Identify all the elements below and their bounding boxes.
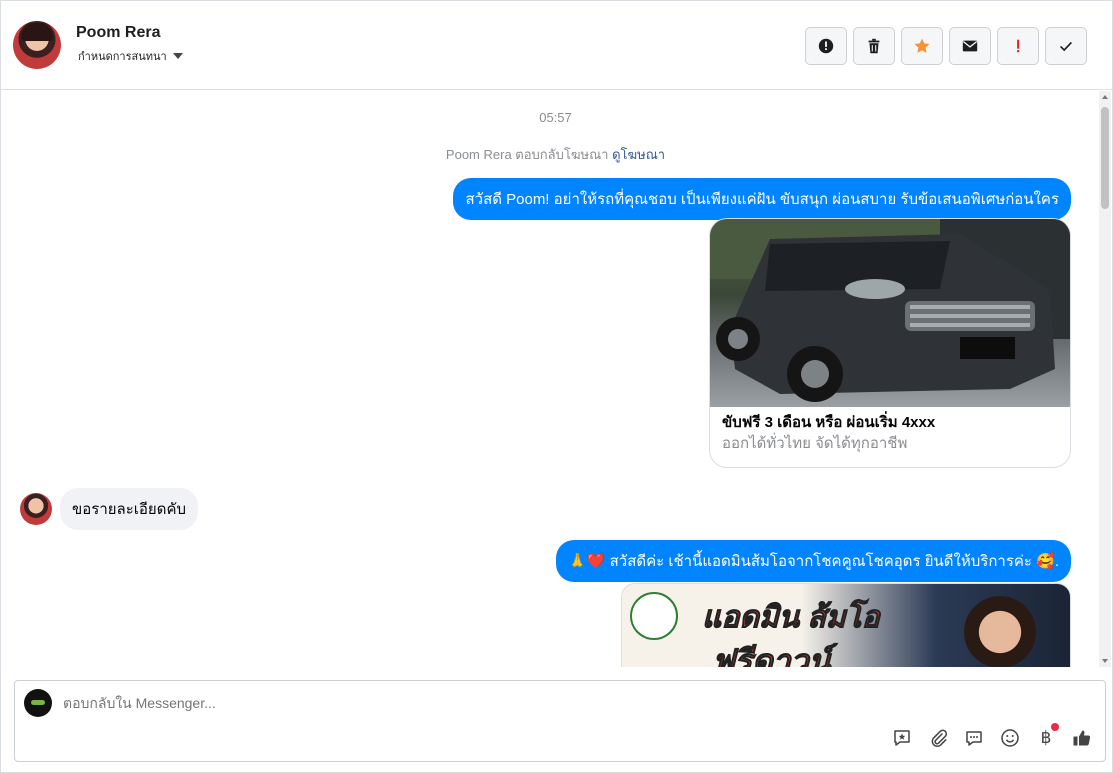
ad-card-subtitle: ออกได้ทั่วไทย จัดได้ทุกอาชีพ	[722, 435, 908, 452]
payment-button[interactable]: ฿	[1035, 723, 1059, 749]
delete-button[interactable]	[853, 27, 895, 65]
message-list[interactable]: 05:57 Poom Rera ตอบกลับโฆษณา ดูโฆษณา สวั…	[1, 91, 1100, 667]
star-icon	[914, 38, 930, 53]
exclamation-icon	[1017, 39, 1020, 53]
conversation-toolbar	[805, 27, 1087, 65]
promo-headline-2: ฟรีดาวน์	[711, 643, 831, 668]
promo-headline-1: แอดมิน	[701, 601, 800, 635]
reply-composer: ฿	[14, 680, 1106, 762]
promo-banner-image[interactable]: แอดมิน ส้มโอ ฟรีดาวน์	[621, 583, 1071, 667]
alert-circle-icon	[818, 38, 834, 54]
outgoing-message: 🙏❤️ สวัสดีค่ะ เช้านี้แอดมินส้มโอจากโชคคู…	[556, 540, 1071, 582]
envelope-icon	[962, 40, 978, 52]
composer-toolbar: ฿	[891, 723, 1093, 749]
view-ad-link[interactable]: ดูโฆษณา	[612, 147, 665, 162]
star-button[interactable]	[901, 27, 943, 65]
contact-name[interactable]: Poom Rera	[76, 24, 160, 42]
scroll-thumb[interactable]	[1101, 107, 1109, 209]
like-icon	[1073, 730, 1091, 746]
scroll-up-arrow[interactable]	[1102, 95, 1108, 99]
mark-unread-button[interactable]	[949, 27, 991, 65]
notification-dot	[1051, 723, 1059, 731]
emoji-button[interactable]	[999, 727, 1021, 749]
checkmark-icon	[1060, 41, 1072, 52]
quick-reply-button[interactable]	[963, 727, 985, 749]
conversation-header: Poom Rera กำหนดการสนทนา	[1, 1, 1112, 90]
outgoing-message: สวัสดี Poom! อย่าให้รถที่คุณชอบ เป็นเพีย…	[453, 178, 1071, 220]
promo-headline-1b: ส้มโอ	[807, 601, 880, 635]
saved-reply-icon	[894, 730, 910, 746]
mark-done-button[interactable]	[1045, 27, 1087, 65]
sender-avatar	[20, 493, 52, 525]
saved-reply-button[interactable]	[891, 727, 913, 749]
company-logo	[630, 592, 678, 640]
follow-up-button[interactable]	[997, 27, 1039, 65]
message-timestamp: 05:57	[539, 110, 572, 125]
baht-icon: ฿	[1040, 728, 1052, 748]
attachment-icon	[931, 729, 948, 748]
like-button[interactable]	[1071, 727, 1093, 749]
ad-reply-text: Poom Rera ตอบกลับโฆษณา	[445, 147, 609, 162]
ad-card-image	[710, 219, 1070, 407]
ad-card[interactable]: ขับฟรี 3 เดือน หรือ ผ่อนเริ่ม 4xxx ออกได…	[709, 218, 1071, 468]
emoji-icon	[1001, 729, 1019, 747]
chat-bubble-icon	[966, 731, 982, 746]
page-avatar	[24, 689, 52, 717]
messenger-conversation: Poom Rera กำหนดการสนทนา 05:57 Poom Rera …	[0, 0, 1113, 773]
chevron-down-icon	[172, 53, 183, 59]
incoming-message: ขอรายละเอียดคับ	[60, 488, 199, 530]
trash-icon	[868, 38, 880, 54]
conversation-status-label: กำหนดการสนทนา	[78, 51, 167, 63]
reply-input[interactable]	[63, 695, 863, 711]
message-list-scrollbar[interactable]	[1099, 91, 1111, 667]
promo-person-photo	[960, 596, 1040, 667]
conversation-status-dropdown[interactable]: กำหนดการสนทนา	[78, 47, 183, 65]
avatar[interactable]	[13, 21, 61, 69]
report-spam-button[interactable]	[805, 27, 847, 65]
attachment-button[interactable]	[927, 727, 949, 749]
scroll-down-arrow[interactable]	[1102, 659, 1108, 663]
ad-reply-notice: Poom Rera ตอบกลับโฆษณา ดูโฆษณา	[1, 144, 1100, 165]
